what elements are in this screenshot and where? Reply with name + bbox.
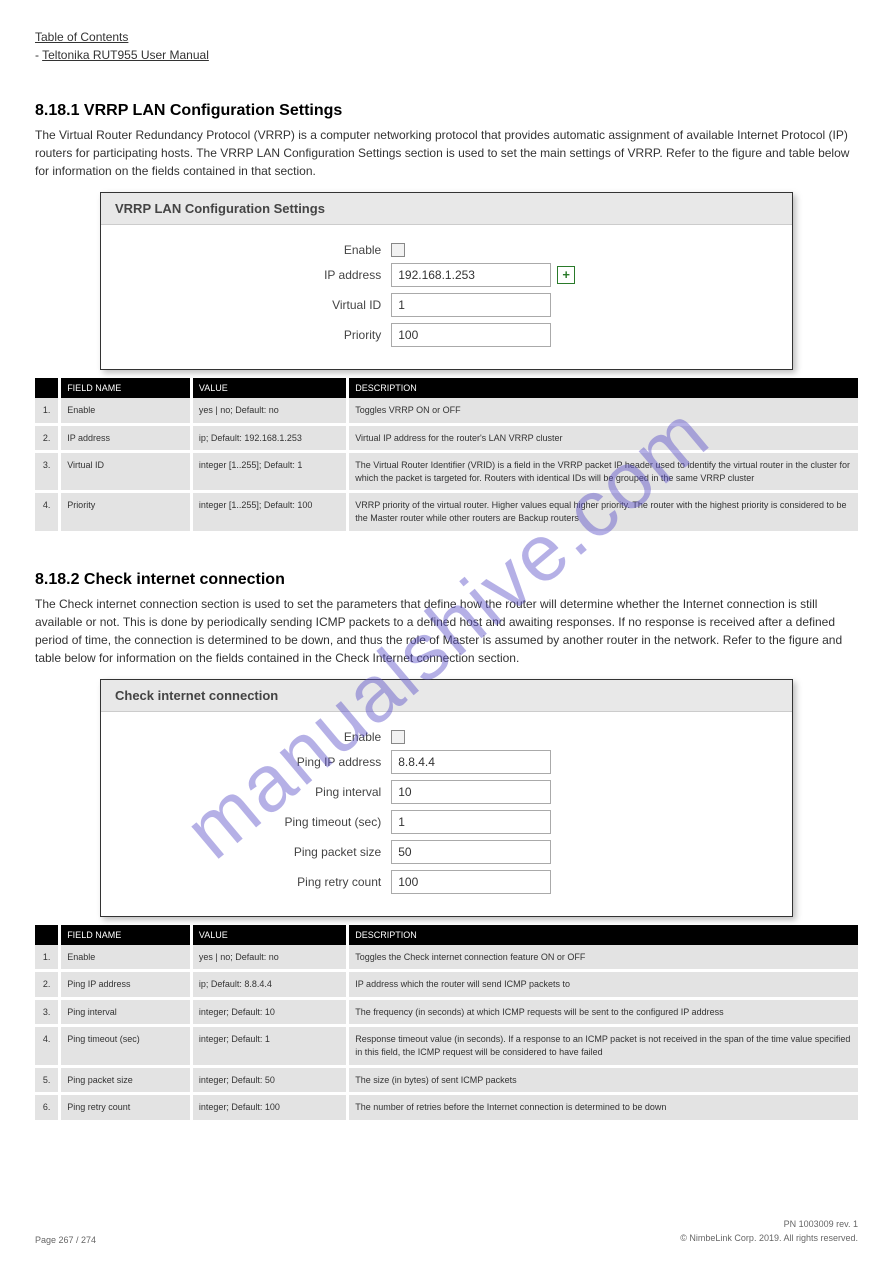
check-heading: 8.18.2 Check internet connection — [35, 571, 858, 589]
vrrp-ip-label: IP address — [101, 268, 391, 282]
table-row: 6. Ping retry count integer; Default: 10… — [35, 1094, 858, 1120]
ping-size-input[interactable] — [391, 840, 551, 864]
footer-pn: PN 1003009 rev. 1 — [680, 1218, 858, 1232]
ping-interval-label: Ping interval — [101, 785, 391, 799]
vrrp-enable-label: Enable — [101, 243, 391, 257]
table-row: 2. Ping IP address ip; Default: 8.8.4.4 … — [35, 971, 858, 999]
check-panel: Check internet connection Enable Ping IP… — [100, 679, 793, 917]
ping-ip-label: Ping IP address — [101, 755, 391, 769]
check-th-def: VALUE — [191, 925, 347, 945]
vrrp-table: FIELD NAME VALUE DESCRIPTION 1. Enable y… — [35, 378, 858, 531]
toc-link[interactable]: Table of Contents — [35, 30, 128, 44]
check-intro: The Check internet connection section is… — [35, 595, 858, 667]
vrrp-prio-label: Priority — [101, 328, 391, 342]
table-row: 4. Priority integer [1..255]; Default: 1… — [35, 492, 858, 531]
ping-timeout-input[interactable] — [391, 810, 551, 834]
vrrp-th-exp: DESCRIPTION — [348, 378, 858, 398]
check-panel-title: Check internet connection — [101, 680, 792, 712]
page-number: Page 267 / 274 — [35, 1235, 96, 1245]
check-th-idx — [35, 925, 60, 945]
check-th-exp: DESCRIPTION — [348, 925, 858, 945]
ping-timeout-label: Ping timeout (sec) — [101, 815, 391, 829]
ping-interval-input[interactable] — [391, 780, 551, 804]
check-th-name: FIELD NAME — [60, 925, 192, 945]
vrrp-th-name: FIELD NAME — [60, 378, 192, 398]
table-row: 5. Ping packet size integer; Default: 50… — [35, 1066, 858, 1094]
page-footer: Page 267 / 274 PN 1003009 rev. 1 © Nimbe… — [35, 1218, 858, 1245]
table-row: 2. IP address ip; Default: 192.168.1.253… — [35, 424, 858, 452]
ping-ip-input[interactable] — [391, 750, 551, 774]
vrrp-heading: 8.18.1 VRRP LAN Configuration Settings — [35, 102, 858, 120]
vrrp-intro: The Virtual Router Redundancy Protocol (… — [35, 126, 858, 180]
vrrp-panel: VRRP LAN Configuration Settings Enable I… — [100, 192, 793, 370]
vrrp-th-idx — [35, 378, 60, 398]
table-row: 1. Enable yes | no; Default: no Toggles … — [35, 945, 858, 971]
breadcrumb-link[interactable]: Teltonika RUT955 User Manual — [42, 48, 209, 62]
ping-retry-label: Ping retry count — [101, 875, 391, 889]
table-row: 3. Ping interval integer; Default: 10 Th… — [35, 998, 858, 1026]
table-row: 3. Virtual ID integer [1..255]; Default:… — [35, 452, 858, 492]
vrrp-th-def: VALUE — [191, 378, 347, 398]
check-table: FIELD NAME VALUE DESCRIPTION 1. Enable y… — [35, 925, 858, 1120]
vrrp-enable-checkbox[interactable] — [391, 243, 405, 257]
check-enable-label: Enable — [101, 730, 391, 744]
vrrp-panel-title: VRRP LAN Configuration Settings — [101, 193, 792, 225]
table-row: 1. Enable yes | no; Default: no Toggles … — [35, 398, 858, 424]
ping-size-label: Ping packet size — [101, 845, 391, 859]
vrrp-vid-label: Virtual ID — [101, 298, 391, 312]
vrrp-prio-input[interactable] — [391, 323, 551, 347]
vrrp-vid-input[interactable] — [391, 293, 551, 317]
table-row: 4. Ping timeout (sec) integer; Default: … — [35, 1026, 858, 1066]
vrrp-ip-input[interactable] — [391, 263, 551, 287]
check-enable-checkbox[interactable] — [391, 730, 405, 744]
ping-retry-input[interactable] — [391, 870, 551, 894]
footer-copyright: © NimbeLink Corp. 2019. All rights reser… — [680, 1232, 858, 1246]
add-ip-icon[interactable]: + — [557, 266, 575, 284]
